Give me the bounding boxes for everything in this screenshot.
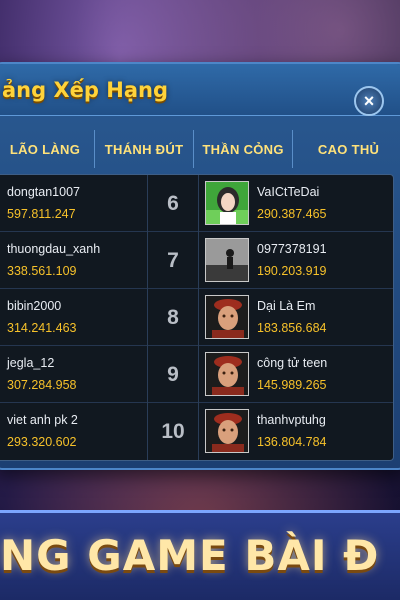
close-button[interactable]: × xyxy=(354,86,384,116)
player-name: công tử teen xyxy=(257,356,328,370)
list-item[interactable]: thuongdau_xanh 338.561.109 xyxy=(0,232,147,289)
player-score: 314.241.463 xyxy=(7,321,77,335)
avatar[interactable] xyxy=(205,238,249,282)
girl-photo-avatar-icon xyxy=(206,182,248,224)
silhouette-photo-avatar-icon xyxy=(206,239,248,281)
player-name: thanhvptuhg xyxy=(257,413,326,427)
rank-number: 10 xyxy=(161,420,185,443)
player-name: jegla_12 xyxy=(7,356,55,370)
list-item[interactable]: dongtan1007 597.811.247 xyxy=(0,175,147,232)
right-column: VaICtTeDai 290.387.465 0977378191 190.20… xyxy=(199,175,393,460)
rank-number: 8 xyxy=(167,306,179,329)
left-column: dongtan1007 597.811.247 thuongdau_xanh 3… xyxy=(0,175,147,460)
list-item[interactable]: Dại Là Em 183.856.684 xyxy=(199,289,393,346)
leaderboard-panel: ảng Xếp Hạng × LÃO LÀNG THÁNH ĐÚT THẦN C… xyxy=(0,62,400,470)
tab-lao-lang[interactable]: LÃO LÀNG xyxy=(0,130,96,168)
list-item[interactable]: bibin2000 314.241.463 xyxy=(0,289,147,346)
avatar[interactable] xyxy=(205,409,249,453)
list-item[interactable]: công tử teen 145.989.265 xyxy=(199,346,393,403)
avatar[interactable] xyxy=(205,181,249,225)
player-name: 0977378191 xyxy=(257,242,327,256)
player-score: 136.804.784 xyxy=(257,435,327,449)
list-item[interactable]: thanhvptuhg 136.804.784 xyxy=(199,403,393,460)
player-name: thuongdau_xanh xyxy=(7,242,101,256)
player-score: 338.561.109 xyxy=(7,264,77,278)
player-name: viet anh pk 2 xyxy=(7,413,78,427)
leaderboard-table: dongtan1007 597.811.247 thuongdau_xanh 3… xyxy=(0,174,394,461)
rank-column: 6 7 8 9 10 xyxy=(147,175,199,460)
avatar[interactable] xyxy=(205,352,249,396)
player-name: VaICtTeDai xyxy=(257,185,320,199)
player-score: 145.989.265 xyxy=(257,378,327,392)
player-score: 597.811.247 xyxy=(7,207,76,221)
player-score: 307.284.958 xyxy=(7,378,77,392)
list-item[interactable]: 0977378191 190.203.919 xyxy=(199,232,393,289)
player-score: 190.203.919 xyxy=(257,264,327,278)
list-item[interactable]: VaICtTeDai 290.387.465 xyxy=(199,175,393,232)
player-name: dongtan1007 xyxy=(7,185,80,199)
tab-thanh-dut[interactable]: THÁNH ĐÚT xyxy=(95,130,195,168)
tab-than-cong[interactable]: THẦN CỎNG xyxy=(194,130,294,168)
player-score: 183.856.684 xyxy=(257,321,327,335)
player-score: 293.320.602 xyxy=(7,435,77,449)
rank-number: 6 xyxy=(167,192,179,215)
mandarin-avatar-icon xyxy=(206,353,248,395)
rank-number: 9 xyxy=(167,363,179,386)
player-name: bibin2000 xyxy=(7,299,62,313)
tab-cao-thu[interactable]: CAO THỦ xyxy=(293,130,400,168)
panel-title: ảng Xếp Hạng xyxy=(2,78,168,102)
banner-text: NG GAME BÀI Đ xyxy=(0,531,380,580)
close-icon: × xyxy=(363,91,375,111)
tab-bar: LÃO LÀNG THÁNH ĐÚT THẦN CỎNG CAO THỦ xyxy=(0,130,400,168)
rank-number: 7 xyxy=(167,249,179,272)
player-name: Dại Là Em xyxy=(257,299,316,313)
title-bar: ảng Xếp Hạng × xyxy=(0,64,400,116)
promo-banner: NG GAME BÀI Đ xyxy=(0,510,400,600)
list-item[interactable]: jegla_12 307.284.958 xyxy=(0,346,147,403)
mandarin-avatar-icon xyxy=(206,296,248,338)
list-item[interactable]: viet anh pk 2 293.320.602 xyxy=(0,403,147,460)
avatar[interactable] xyxy=(205,295,249,339)
mandarin-avatar-icon xyxy=(206,410,248,452)
player-score: 290.387.465 xyxy=(257,207,327,221)
